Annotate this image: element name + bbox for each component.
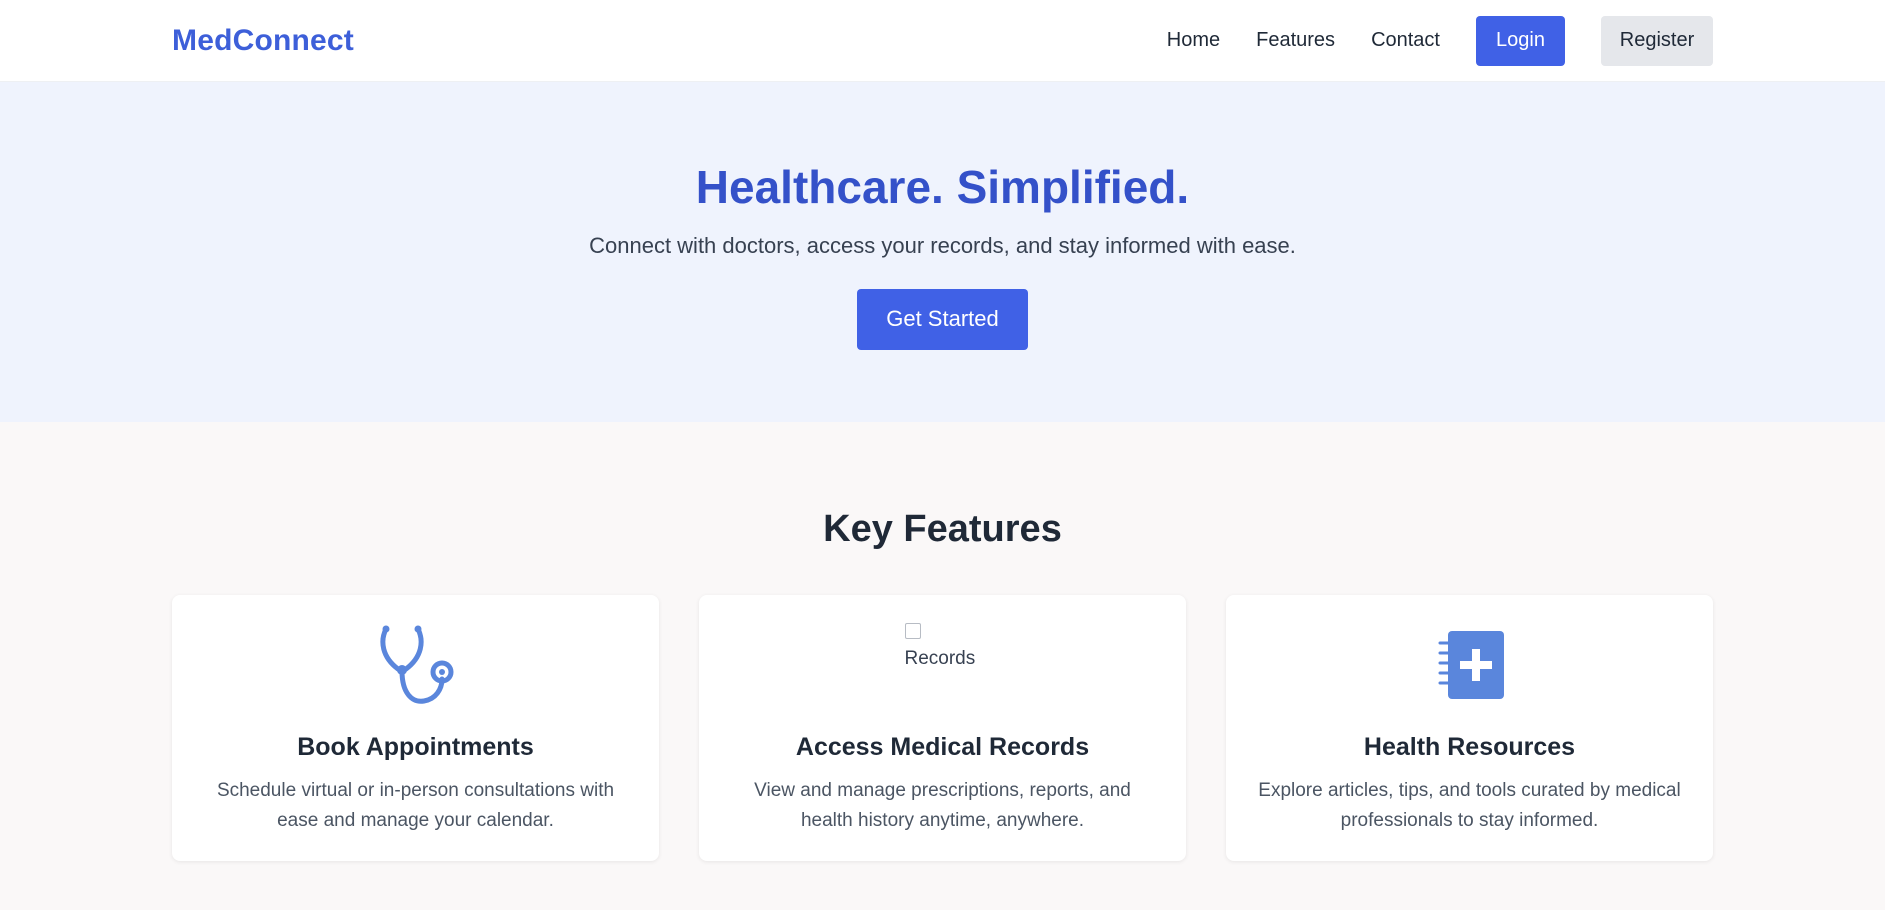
feature-card-appointments: Book Appointments Schedule virtual or in… xyxy=(172,595,659,861)
card-description: Schedule virtual or in-person consultati… xyxy=(216,780,615,831)
hero-section: Healthcare. Simplified. Connect with doc… xyxy=(0,82,1885,422)
register-button[interactable]: Register xyxy=(1601,15,1713,66)
hero-title: Healthcare. Simplified. xyxy=(695,161,1190,213)
records-image: Records xyxy=(699,623,1186,707)
card-description: Explore articles, tips, and tools curate… xyxy=(1258,780,1681,831)
card-title: Health Resources xyxy=(1363,733,1576,761)
feature-card-resources: Health Resources Explore articles, tips,… xyxy=(1226,595,1713,861)
medical-notebook-icon xyxy=(1226,623,1713,707)
feature-card-records: Records Access Medical Records View and … xyxy=(699,595,1186,861)
main-nav: Home Features Contact Login Register xyxy=(1167,15,1713,66)
card-title: Access Medical Records xyxy=(795,733,1090,761)
page: MedConnect Home Features Contact Login R… xyxy=(0,0,1885,910)
card-title: Book Appointments xyxy=(297,733,534,761)
logo[interactable]: MedConnect xyxy=(172,24,354,58)
nav-features-link[interactable]: Features xyxy=(1256,29,1335,52)
features-title: Key Features xyxy=(823,508,1062,550)
features-section: Key Features Book Appointments Schedule … xyxy=(0,422,1885,861)
image-alt-text: Records xyxy=(904,647,976,669)
nav-home-link[interactable]: Home xyxy=(1167,29,1220,52)
broken-image-icon: Records xyxy=(903,623,983,671)
card-description: View and manage prescriptions, reports, … xyxy=(754,780,1131,831)
feature-cards: Book Appointments Schedule virtual or in… xyxy=(0,595,1885,861)
get-started-button[interactable]: Get Started xyxy=(857,288,1028,350)
top-header: MedConnect Home Features Contact Login R… xyxy=(0,0,1885,82)
hero-subtitle: Connect with doctors, access your record… xyxy=(589,232,1296,258)
nav-contact-link[interactable]: Contact xyxy=(1371,29,1440,52)
login-button[interactable]: Login xyxy=(1476,15,1565,66)
stethoscope-icon xyxy=(172,623,659,707)
